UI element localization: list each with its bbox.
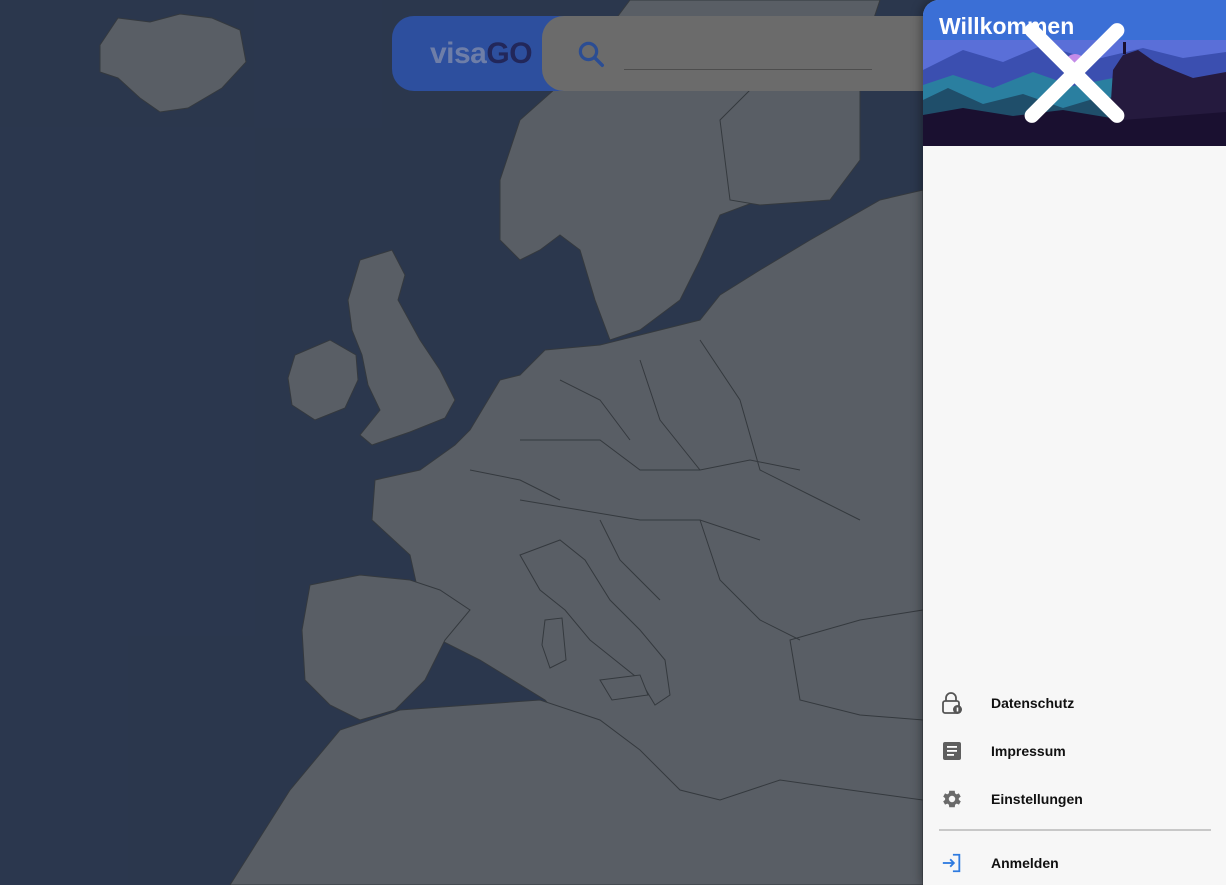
menu-divider: [939, 829, 1211, 831]
top-bar: visa GO: [392, 16, 982, 91]
search-bar: [542, 16, 982, 91]
close-icon[interactable]: [923, 0, 1226, 146]
menu-item-impressum[interactable]: Impressum: [923, 727, 1226, 775]
drawer-header: Willkommen: [923, 0, 1226, 146]
login-icon: [940, 851, 964, 875]
drawer-footer-menu: Anmelden: [923, 839, 1226, 885]
login-label: Anmelden: [991, 855, 1059, 871]
lock-icon: [940, 691, 964, 715]
search-icon[interactable]: [576, 39, 606, 69]
menu-item-label: Datenschutz: [991, 695, 1075, 711]
document-icon: [940, 739, 964, 763]
gear-icon: [940, 787, 964, 811]
logo-text-go: GO: [486, 36, 533, 70]
search-input[interactable]: [624, 37, 872, 70]
login-button[interactable]: Anmelden: [923, 839, 1226, 885]
menu-item-einstellungen[interactable]: Einstellungen: [923, 775, 1226, 823]
drawer-menu: Datenschutz Impressum Einstellungen: [923, 679, 1226, 823]
menu-item-label: Einstellungen: [991, 791, 1083, 807]
menu-item-label: Impressum: [991, 743, 1066, 759]
logo-text-visa: visa: [429, 36, 487, 70]
navigation-drawer: Willkommen Datenschutz Impressum Einstel…: [923, 0, 1226, 885]
menu-item-datenschutz[interactable]: Datenschutz: [923, 679, 1226, 727]
